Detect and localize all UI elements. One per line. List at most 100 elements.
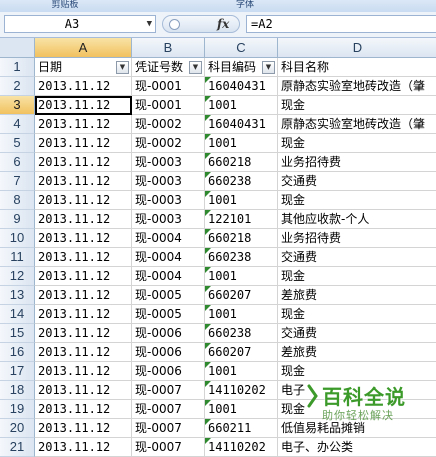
table-cell[interactable]: 差旅费 (278, 343, 436, 362)
table-cell[interactable]: 现金 (278, 96, 436, 115)
table-cell[interactable]: 原静态实验室地砖改造（肇 (278, 115, 436, 134)
table-cell[interactable]: 其他应收款-个人 (278, 210, 436, 229)
table-cell[interactable]: 2013.11.12 (35, 324, 132, 343)
ribbon-group-font[interactable]: 字体 (190, 0, 300, 11)
table-cell[interactable]: 现-0002 (132, 115, 205, 134)
table-cell[interactable]: 现-0005 (132, 305, 205, 324)
row-header[interactable]: 21 (0, 438, 35, 457)
table-cell[interactable]: 14110202 (205, 438, 278, 457)
table-cell[interactable]: 现金 (278, 191, 436, 210)
table-cell[interactable]: 1001 (205, 305, 278, 324)
table-cell[interactable]: 现-0004 (132, 229, 205, 248)
table-cell[interactable]: 16040431 (205, 77, 278, 96)
table-cell[interactable]: 现-0006 (132, 362, 205, 381)
row-header[interactable]: 15 (0, 324, 35, 343)
insert-function-icon[interactable]: fx (217, 16, 229, 32)
select-all-corner[interactable] (0, 38, 35, 58)
table-cell[interactable]: 2013.11.12 (35, 362, 132, 381)
filter-dropdown-icon[interactable]: ▼ (189, 61, 202, 74)
row-header[interactable]: 11 (0, 248, 35, 267)
formula-input[interactable]: =A2 (246, 15, 436, 33)
row-header[interactable]: 13 (0, 286, 35, 305)
table-cell[interactable]: 原静态实验室地砖改造（肇 (278, 77, 436, 96)
table-cell[interactable]: 16040431 (205, 115, 278, 134)
table-cell[interactable]: 2013.11.12 (35, 343, 132, 362)
table-cell[interactable]: 2013.11.12 (35, 172, 132, 191)
row-header[interactable]: 3 (0, 96, 35, 115)
table-cell[interactable]: 122101 (205, 210, 278, 229)
row-header[interactable]: 5 (0, 134, 35, 153)
table-cell[interactable]: 现-0003 (132, 210, 205, 229)
table-cell[interactable]: 660218 (205, 153, 278, 172)
table-cell[interactable]: 现-0003 (132, 191, 205, 210)
row-header[interactable]: 8 (0, 191, 35, 210)
filter-dropdown-icon[interactable]: ▼ (262, 61, 275, 74)
table-cell[interactable]: 现-0007 (132, 438, 205, 457)
table-cell[interactable]: 2013.11.12 (35, 267, 132, 286)
table-cell[interactable]: 660207 (205, 286, 278, 305)
row-header[interactable]: 10 (0, 229, 35, 248)
column-header-b[interactable]: B (132, 38, 205, 58)
row-header[interactable]: 12 (0, 267, 35, 286)
table-cell[interactable]: 现-0004 (132, 248, 205, 267)
name-box-dropdown-icon[interactable]: ▼ (147, 16, 152, 32)
table-cell[interactable]: 现-0007 (132, 419, 205, 438)
column-header-c[interactable]: C (205, 38, 278, 58)
table-cell[interactable]: 660238 (205, 172, 278, 191)
table-cell[interactable]: 2013.11.12 (35, 286, 132, 305)
row-header[interactable]: 1 (0, 58, 35, 77)
name-box[interactable]: A3 ▼ (4, 15, 156, 33)
table-cell[interactable]: 交通费 (278, 248, 436, 267)
table-cell[interactable]: 现-0006 (132, 324, 205, 343)
table-cell[interactable]: 业务招待费 (278, 153, 436, 172)
table-cell[interactable]: 业务招待费 (278, 229, 436, 248)
table-cell[interactable]: 1001 (205, 191, 278, 210)
column-header-d[interactable]: D (278, 38, 436, 58)
table-cell[interactable]: 2013.11.12 (35, 248, 132, 267)
table-cell[interactable]: 2013.11.12 (35, 77, 132, 96)
column-header-a[interactable]: A (35, 38, 132, 58)
table-cell[interactable]: 660238 (205, 324, 278, 343)
table-cell[interactable]: 现金 (278, 267, 436, 286)
table-cell[interactable]: 2013.11.12 (35, 400, 132, 419)
table-cell[interactable]: 现-0003 (132, 172, 205, 191)
row-header[interactable]: 6 (0, 153, 35, 172)
table-cell[interactable]: 现金 (278, 305, 436, 324)
row-header[interactable]: 9 (0, 210, 35, 229)
row-header[interactable]: 7 (0, 172, 35, 191)
table-cell[interactable]: 电子、办公类 (278, 438, 436, 457)
table-cell[interactable]: 2013.11.12 (35, 438, 132, 457)
table-cell[interactable]: 现-0003 (132, 153, 205, 172)
table-cell[interactable]: 2013.11.12 (35, 134, 132, 153)
table-cell[interactable]: 14110202 (205, 381, 278, 400)
table-cell[interactable]: 现-0007 (132, 400, 205, 419)
table-cell[interactable]: 现-0001 (132, 96, 205, 115)
table-cell[interactable]: 1001 (205, 134, 278, 153)
table-cell[interactable]: 660207 (205, 343, 278, 362)
table-cell[interactable]: 2013.11.12 (35, 210, 132, 229)
table-cell[interactable]: 交通费 (278, 324, 436, 343)
ribbon-group-clipboard[interactable]: 剪贴板 (20, 0, 110, 11)
table-cell[interactable]: 现金 (278, 362, 436, 381)
row-header[interactable]: 18 (0, 381, 35, 400)
table-cell[interactable]: 现-0007 (132, 381, 205, 400)
row-header[interactable]: 19 (0, 400, 35, 419)
table-cell[interactable]: 现-0005 (132, 286, 205, 305)
table-cell[interactable]: 1001 (205, 362, 278, 381)
filter-dropdown-icon[interactable]: ▼ (116, 61, 129, 74)
table-cell[interactable]: 现-0001 (132, 77, 205, 96)
table-cell[interactable]: 2013.11.12 (35, 153, 132, 172)
table-cell[interactable]: 660238 (205, 248, 278, 267)
table-cell[interactable]: 2013.11.12 (35, 115, 132, 134)
row-header[interactable]: 17 (0, 362, 35, 381)
resize-handle-icon[interactable] (169, 19, 180, 30)
table-cell[interactable]: 2013.11.12 (35, 229, 132, 248)
table-cell[interactable]: 交通费 (278, 172, 436, 191)
header-cell-d[interactable]: 科目名称 (278, 58, 436, 77)
table-cell[interactable]: 现-0002 (132, 134, 205, 153)
table-cell[interactable]: 2013.11.12 (35, 96, 132, 115)
table-cell[interactable]: 现-0004 (132, 267, 205, 286)
row-header[interactable]: 20 (0, 419, 35, 438)
row-header[interactable]: 2 (0, 77, 35, 96)
table-cell[interactable]: 2013.11.12 (35, 419, 132, 438)
